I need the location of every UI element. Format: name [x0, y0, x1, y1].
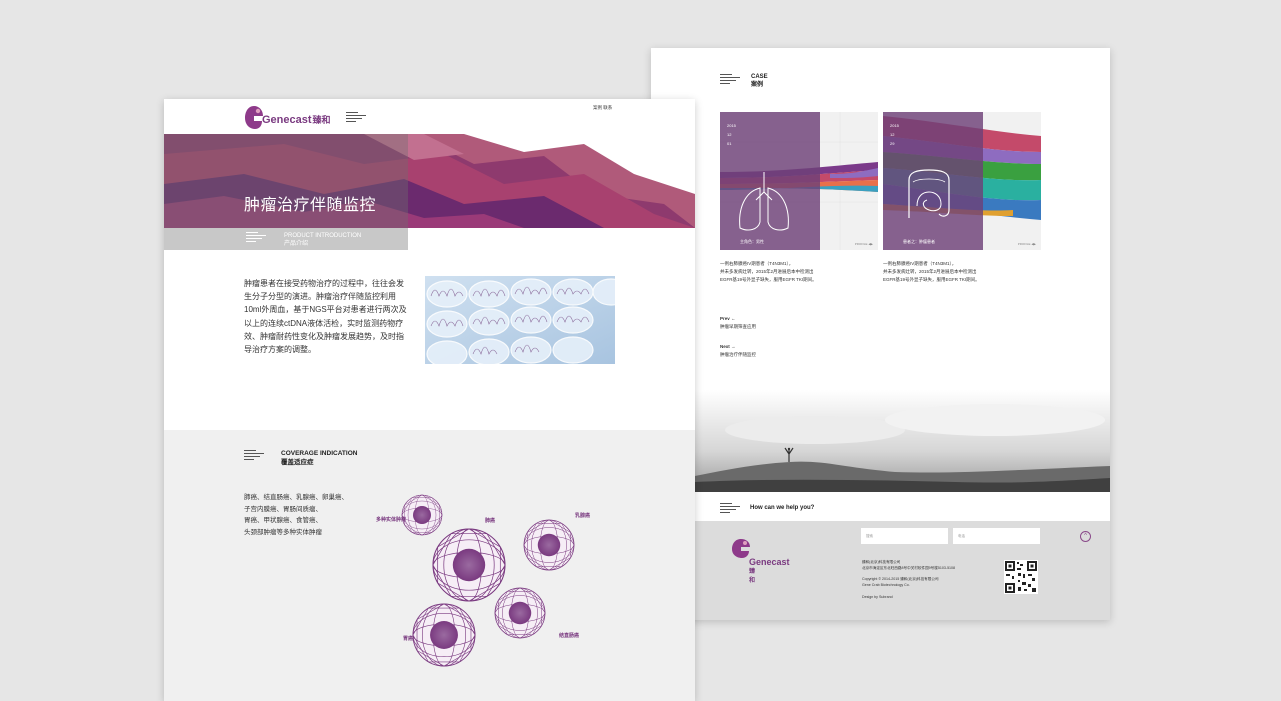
product-page: Genecast臻和 案例 联系 肿瘤治疗伴随监控 PRODUCT INTROD… [164, 99, 695, 701]
sphere-label: 胃癌 [403, 636, 414, 642]
intro-paragraph: 肿瘤患者在接受药物治疗的过程中，往往会发生分子分型的演进。肿瘤治疗伴随监控利用1… [244, 279, 407, 355]
header-brand: Genecast臻和 [262, 114, 331, 126]
coverage-heading: COVERAGE INDICATION 覆盖适应症 [281, 450, 358, 466]
case-caption: 主角色：男性 [740, 239, 764, 244]
case-corner-label: PROFILE ◀▶ [1017, 242, 1036, 246]
next-link[interactable]: Next → [720, 344, 736, 349]
case-heading: CASE 案例 [751, 73, 768, 89]
case-card-2[interactable]: 2015 12 29 患者之：肿瘤患者 PROFILE ◀▶ [883, 112, 1041, 250]
menu-lines-icon [244, 450, 264, 460]
case-description-2: 一例右肺腺癌IV期患者（T4N3M1）， 并未多发病灶转，2015年2月进展后本… [883, 261, 980, 282]
mountain-hero-image [695, 390, 1110, 492]
footer-phone-input[interactable]: 电话 [953, 528, 1040, 544]
prev-link[interactable]: Prev ← [720, 316, 736, 321]
prev-link-title[interactable]: 肿瘤早期筛查应用 [720, 324, 756, 330]
menu-lines-icon [720, 503, 740, 513]
footer-search-input[interactable]: 搜索 [861, 528, 948, 544]
coverage-section: COVERAGE INDICATION 覆盖适应症 肺癌、结直肠癌、乳腺癌、卵巢… [164, 430, 695, 701]
page-title: 肿瘤治疗伴随监控 [244, 197, 377, 214]
sphere-label: 结直肠癌 [559, 633, 580, 639]
case-date: 2015 12 01 [727, 123, 736, 146]
help-heading: How can we help you? [750, 505, 815, 511]
next-link-title[interactable]: 肿瘤治疗伴随监控 [720, 352, 756, 358]
menu-icon[interactable] [346, 112, 366, 122]
coverage-list: 肺癌、结直肠癌、乳腺癌、卵巢癌、 子宫内膜癌、胃肠间质瘤、 胃癌、甲状腺癌、食管… [244, 494, 348, 536]
menu-lines-icon [720, 74, 740, 84]
sphere-label: 乳腺癌 [575, 513, 591, 519]
case-date: 2015 12 29 [890, 123, 899, 146]
case-corner-label: PROFILE ◀▶ [854, 242, 873, 246]
header-nav-links[interactable]: 案例 联系 [593, 105, 612, 111]
footer-logo: Genecast 臻和 [731, 537, 790, 584]
footer-brand: Genecast [749, 557, 790, 567]
sphere-label: 肺癌 [485, 518, 496, 524]
case-card-1[interactable]: 2015 12 01 主角色：男性 PROFILE ◀▶ [720, 112, 878, 250]
footer-brand-cn: 臻和 [749, 569, 756, 584]
copyright-info: Copyright © 2014-2015 臻和(北京)科技有限公司 Gene … [862, 577, 939, 587]
menu-lines-icon [246, 232, 266, 242]
case-caption: 患者之：肿瘤患者 [903, 239, 935, 244]
intestine-icon [908, 169, 950, 218]
product-intro-heading: PRODUCT INTRODUCTION 产品介绍 [284, 233, 362, 247]
design-credit: Design by Subrand [862, 595, 893, 599]
sphere-label: 多种实体肿瘤 [376, 517, 407, 523]
tumor-spheres-graphic [374, 485, 634, 675]
up-arrow-icon[interactable]: ^ [1080, 531, 1091, 542]
genecast-logo-icon [245, 106, 263, 129]
qr-code-icon [1004, 560, 1038, 594]
company-info: 臻和(北京)科技有限公司 北京市海淀区东北旺西路8号中关村软件园9号楼5103-… [862, 560, 956, 570]
case-label: CASE [751, 74, 768, 80]
case-label-cn: 案例 [751, 82, 764, 88]
case-description-1: 一例右肺腺癌IV期患者（T4N3M1）， 并未多发病灶转，2015年2月进展后本… [720, 261, 817, 282]
lungs-icon [739, 172, 789, 231]
genecast-logo-icon [732, 539, 750, 558]
footer: Genecast 臻和 搜索 电话 ^ 臻和(北京)科技有限公司 北京市海淀区东… [695, 521, 1110, 620]
case-page: CASE 案例 2015 12 01 主角色：男性 PROFILE ◀▶ 201… [651, 48, 1110, 620]
petri-dish-image [425, 276, 615, 364]
